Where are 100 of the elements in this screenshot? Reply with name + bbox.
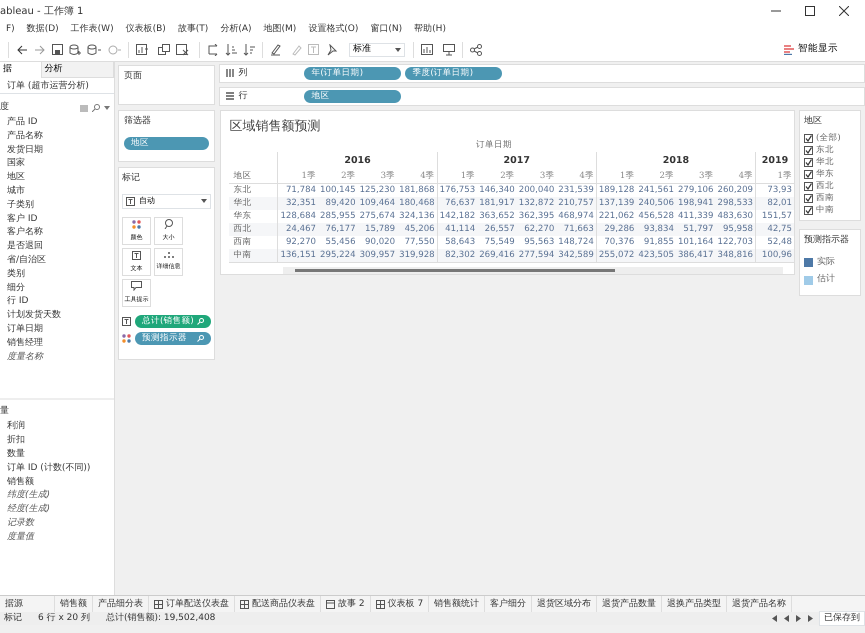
filter-option[interactable]: 东北: [816, 144, 834, 157]
search-icon[interactable]: [92, 104, 100, 112]
menu-item[interactable]: F): [0, 23, 21, 37]
quarter-header: 4季: [420, 171, 435, 182]
filter-option[interactable]: 西北: [816, 180, 834, 193]
field-item[interactable]: 计划发货天数: [0, 309, 114, 323]
field-item[interactable]: 客户 ID: [0, 212, 114, 226]
quarter-header: 2季: [500, 171, 515, 182]
field-item[interactable]: 城市: [0, 184, 114, 199]
menu-item[interactable]: 设置格式(O): [302, 23, 364, 37]
menu-item[interactable]: 地图(M): [258, 23, 302, 37]
field-item[interactable]: 数量: [0, 448, 114, 462]
shelf-title: 页面: [124, 71, 142, 81]
filter-option[interactable]: 华北: [816, 156, 834, 169]
filter-option[interactable]: (全部): [816, 132, 841, 145]
quarter-header: 2季: [659, 171, 674, 182]
quarter-header: 3季: [699, 171, 714, 182]
status-text: 已保存到: [819, 610, 865, 626]
field-item[interactable]: 销售经理: [0, 336, 114, 351]
filter-option[interactable]: 中南: [816, 204, 834, 217]
field-item[interactable]: 类别: [0, 268, 114, 282]
color-dots-icon: [132, 220, 141, 228]
table-cell: 76,177: [325, 224, 356, 234]
table-cell: 200,040: [518, 185, 554, 196]
checkbox[interactable]: [804, 134, 813, 143]
table-cell: 198,941: [678, 198, 714, 208]
filter-option[interactable]: 西南: [816, 192, 834, 205]
table-cell: 241,561: [638, 185, 674, 196]
pane-tab[interactable]: 据: [0, 62, 42, 78]
field-item[interactable]: 地区: [0, 171, 114, 185]
field-item[interactable]: 销售额: [0, 476, 114, 490]
table-cell: 122,703: [717, 237, 754, 248]
table-cell: 62,270: [524, 224, 554, 234]
menu-item[interactable]: 分析(A): [214, 23, 258, 37]
close-icon[interactable]: [839, 6, 849, 16]
field-item[interactable]: 行 ID: [0, 295, 114, 310]
table-cell: 180,468: [399, 198, 435, 208]
datasource-item[interactable]: 订单 (超市运营分析): [0, 78, 114, 94]
table-cell: 137,139: [598, 198, 634, 208]
field-item[interactable]: 子类别: [0, 198, 114, 213]
field-item[interactable]: 细分: [0, 282, 114, 296]
field-item[interactable]: 客户名称: [0, 226, 114, 240]
field-item[interactable]: 折扣: [0, 434, 114, 448]
field-item[interactable]: 度量名称: [0, 350, 114, 364]
dashboard-icon: [154, 600, 163, 608]
status-text: 6 行 x 20 列: [38, 612, 90, 625]
table-cell: 128,684: [280, 211, 316, 222]
table-cell: 125,230: [360, 185, 396, 196]
field-item[interactable]: 订单日期: [0, 322, 114, 337]
caret-icon[interactable]: [104, 106, 110, 110]
filter-option[interactable]: 华东: [816, 168, 834, 181]
field-item[interactable]: 国家: [0, 157, 114, 172]
table-cell: 240,506: [638, 198, 674, 208]
table-cell: 100,145: [320, 185, 356, 196]
row-label: 华北: [233, 198, 252, 208]
grid-icon[interactable]: [80, 104, 88, 112]
table-cell: 32,351: [286, 198, 316, 208]
show-me-button[interactable]: 智能显示: [781, 40, 841, 60]
checkbox[interactable]: [804, 146, 813, 155]
mark-type-dropdown[interactable]: 自动: [122, 194, 212, 208]
maximize-icon[interactable]: [805, 6, 815, 16]
menu-item[interactable]: 故事(T): [172, 23, 214, 37]
search-icon: [197, 318, 204, 324]
field-item[interactable]: 订单 ID (计数(不同)): [0, 462, 114, 476]
field-item[interactable]: 产品名称: [0, 130, 114, 144]
shelf-title: 标记: [122, 172, 141, 185]
menu-item[interactable]: 数据(D): [20, 23, 65, 37]
row-header: 地区: [233, 171, 252, 182]
quarter-header: 2季: [341, 171, 356, 182]
fit-dropdown[interactable]: 标准: [349, 42, 405, 56]
field-item[interactable]: 产品 ID: [0, 116, 114, 130]
checkbox[interactable]: [804, 194, 813, 203]
checkbox[interactable]: [804, 158, 813, 167]
status-text: 标记: [3, 612, 22, 625]
menu-item[interactable]: 工作表(W): [64, 23, 120, 37]
table-cell: 221,062: [598, 211, 634, 222]
quarter-header: 4季: [579, 171, 594, 182]
menu-item[interactable]: 仪表板(B): [120, 23, 172, 37]
checkbox[interactable]: [804, 170, 813, 179]
field-item[interactable]: 发货日期: [0, 144, 114, 158]
field-item[interactable]: 度量值: [0, 530, 114, 545]
field-item[interactable]: 是否退回: [0, 240, 114, 254]
shelf-title: 筛选器: [124, 115, 152, 128]
field-item[interactable]: 省/自治区: [0, 254, 114, 268]
table-cell: 142,182: [440, 211, 476, 222]
field-item[interactable]: 利润: [0, 420, 114, 434]
field-item[interactable]: 经度(生成): [0, 503, 114, 517]
scrollbar-thumb[interactable]: [295, 268, 616, 272]
menu-item[interactable]: 窗口(N): [364, 23, 408, 37]
quarter-header: 1季: [302, 171, 316, 182]
quarter-header: 1季: [460, 171, 476, 182]
field-item[interactable]: 记录数: [0, 516, 114, 531]
color-dots-icon: [122, 334, 131, 342]
pane-tab[interactable]: 分析: [42, 62, 114, 78]
table-cell: 91,855: [644, 237, 674, 248]
checkbox[interactable]: [804, 182, 813, 191]
menu-item[interactable]: 帮助(H): [408, 23, 452, 37]
field-item[interactable]: 纬度(生成): [0, 489, 114, 504]
table-cell: 411,339: [678, 211, 714, 222]
checkbox[interactable]: [804, 206, 813, 215]
